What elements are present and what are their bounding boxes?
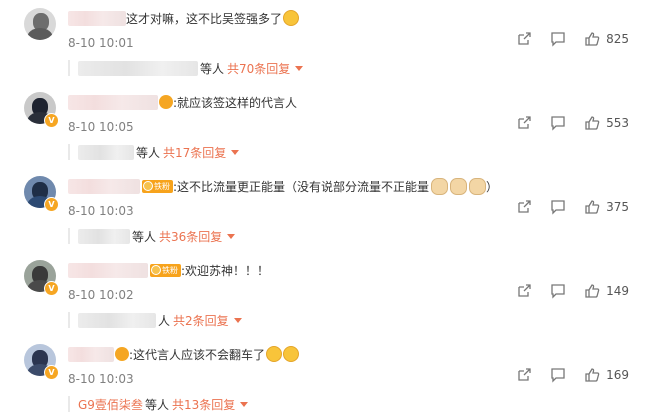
reply-summary: 等人 共36条回复 [68,228,621,244]
verified-badge-icon: V [44,365,59,380]
share-icon[interactable] [516,199,532,215]
comment-text: :这不比流量更正能量（没有说部分流量不正能量 [173,179,430,194]
comment-line: :就应该签这样的代言人 [68,92,297,112]
chevron-down-icon[interactable] [227,233,236,239]
comment-text: :欢迎苏神！！！ [181,263,270,278]
username-blurred[interactable] [68,178,140,194]
reply-count-link[interactable]: 共70条回复 [227,60,290,77]
username-blurred[interactable] [68,262,148,278]
comment-text: :这代言人应该不会翻车了 [129,347,266,362]
comment-text-tail: ） [486,179,499,194]
reply-users-blurred[interactable] [78,144,134,160]
verified-badge-icon: V [44,113,59,128]
comment-time: 8-10 10:02 [68,288,134,302]
comment-time: 8-10 10:03 [68,204,134,218]
comment-icon[interactable] [550,31,566,47]
comment-icon[interactable] [550,283,566,299]
comment-time: 8-10 10:01 [68,36,134,50]
comment-line: 这才对嘛，这不比吴签强多了 [68,8,300,28]
heart-badge-icon [115,347,129,361]
smile-emoji-icon [266,346,283,362]
verified-badge-icon: V [44,197,59,212]
comment-time: 8-10 10:05 [68,120,134,134]
like-count: 375 [606,200,629,214]
like-count: 825 [606,32,629,46]
like-count: 149 [606,284,629,298]
heart-badge-icon [159,95,173,109]
reply-summary: 等人 共17条回复 [68,144,621,160]
comment-actions: 149 [498,283,629,299]
like-icon[interactable] [584,31,600,47]
comment-line: 铁粉 :欢迎苏神！！！ [68,260,269,280]
comment-actions: 553 [498,115,629,131]
comment-icon[interactable] [550,367,566,383]
reply-count-link[interactable]: 共17条回复 [163,144,226,161]
like-count: 169 [606,368,629,382]
comment-time: 8-10 10:03 [68,372,134,386]
chevron-down-icon[interactable] [295,65,304,71]
share-icon[interactable] [516,115,532,131]
comment-line: :这代言人应该不会翻车了 [68,344,300,364]
comment-actions: 169 [498,367,629,383]
reply-who: 等人 [132,229,157,244]
doge-emoji-icon [431,177,449,195]
like-icon[interactable] [584,283,600,299]
like-icon[interactable] [584,199,600,215]
share-icon[interactable] [516,31,532,47]
reply-users-blurred[interactable] [78,228,130,244]
comment-item: V :这代言人应该不会翻车了 8-10 10:03 169 G9壹佰柒叁 等人 … [0,336,645,420]
comment-text: 这才对嘛，这不比吴签强多了 [126,11,283,26]
chevron-down-icon[interactable] [240,401,249,407]
reply-who: 等人 [144,397,169,412]
comment-text: :就应该签这样的代言人 [173,95,298,110]
verified-badge-icon: V [44,281,59,296]
fan-badge: 铁粉 [142,179,173,193]
comment-item: V 铁粉 :这不比流量更正能量（没有说部分流量不正能量 ） 8-10 10:03… [0,168,645,252]
comment-item: V 铁粉 :欢迎苏神！！！ 8-10 10:02 149 人 共2条回复 [0,252,645,336]
reply-count-link[interactable]: 共2条回复 [173,312,229,329]
like-count: 553 [606,116,629,130]
reply-user-link[interactable]: G9壹佰柒叁 [78,396,143,413]
comment-item: V :就应该签这样的代言人 8-10 10:05 553 等人 共17条回复 [0,84,645,168]
comment-icon[interactable] [550,199,566,215]
like-icon[interactable] [584,367,600,383]
username-blurred[interactable] [68,10,126,26]
doge-emoji-icon [469,177,487,195]
reply-who: 人 [158,313,171,328]
smile-emoji-icon [283,346,300,362]
reply-summary: G9壹佰柒叁 等人 共13条回复 [68,396,621,412]
reply-summary: 人 共2条回复 [68,312,621,328]
reply-who: 等人 [136,145,161,160]
comment-item: 这才对嘛，这不比吴签强多了 8-10 10:01 825 等人 共70条回复 [0,0,645,84]
share-icon[interactable] [516,367,532,383]
doge-emoji-icon [450,177,468,195]
reply-count-link[interactable]: 共13条回复 [172,396,235,413]
comment-line: 铁粉 :这不比流量更正能量（没有说部分流量不正能量 ） [68,176,498,196]
comment-actions: 375 [498,199,629,215]
reply-who: 等人 [200,61,225,76]
emoji-icon [283,10,300,26]
reply-count-link[interactable]: 共36条回复 [159,228,222,245]
comment-actions: 825 [498,31,629,47]
share-icon[interactable] [516,283,532,299]
username-blurred[interactable] [68,94,158,110]
avatar[interactable] [24,8,56,40]
username-blurred[interactable] [68,346,114,362]
chevron-down-icon[interactable] [233,317,242,323]
reply-summary: 等人 共70条回复 [68,60,621,76]
reply-users-blurred[interactable] [78,60,198,76]
like-icon[interactable] [584,115,600,131]
fan-badge: 铁粉 [150,263,181,277]
reply-users-blurred[interactable] [78,312,156,328]
comment-icon[interactable] [550,115,566,131]
chevron-down-icon[interactable] [231,149,240,155]
